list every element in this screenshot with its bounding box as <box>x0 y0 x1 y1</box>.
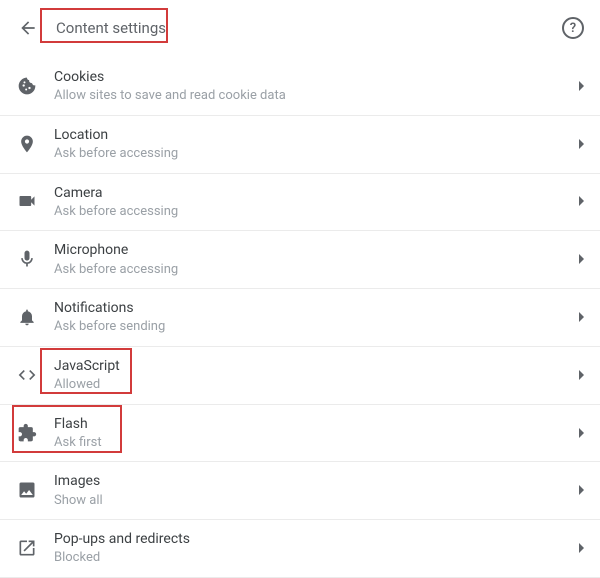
row-title: Notifications <box>54 299 579 317</box>
row-title: Images <box>54 472 579 490</box>
chevron-right-icon <box>579 370 584 380</box>
row-title: Cookies <box>54 68 579 86</box>
row-subtitle: Blocked <box>54 550 579 566</box>
row-location[interactable]: Location Ask before accessing <box>0 116 600 174</box>
row-subtitle: Ask first <box>54 435 579 451</box>
row-popups[interactable]: Pop-ups and redirects Blocked <box>0 520 600 578</box>
row-images[interactable]: Images Show all <box>0 462 600 520</box>
chevron-right-icon <box>579 543 584 553</box>
row-subtitle: Show all <box>54 493 579 509</box>
row-javascript[interactable]: JavaScript Allowed <box>0 347 600 405</box>
cookie-icon <box>16 75 38 97</box>
row-title: Camera <box>54 184 579 202</box>
row-cookies[interactable]: Cookies Allow sites to save and read coo… <box>0 58 600 116</box>
row-subtitle: Ask before accessing <box>54 262 579 278</box>
row-subtitle: Ask before sending <box>54 319 579 335</box>
row-subtitle: Allowed <box>54 377 579 393</box>
chevron-right-icon <box>579 81 584 91</box>
bell-icon <box>16 306 38 328</box>
camera-icon <box>16 190 38 212</box>
back-button[interactable] <box>16 16 40 40</box>
row-notifications[interactable]: Notifications Ask before sending <box>0 289 600 347</box>
image-icon <box>16 479 38 501</box>
help-button[interactable]: ? <box>562 17 584 39</box>
microphone-icon <box>16 248 38 270</box>
row-title: Location <box>54 126 579 144</box>
row-title: JavaScript <box>54 357 579 375</box>
chevron-right-icon <box>579 196 584 206</box>
page-title: Content settings <box>56 19 166 37</box>
location-icon <box>16 133 38 155</box>
chevron-right-icon <box>579 485 584 495</box>
header: Content settings ? <box>0 0 600 58</box>
arrow-left-icon <box>18 18 38 38</box>
chevron-right-icon <box>579 254 584 264</box>
code-icon <box>16 364 38 386</box>
row-subtitle: Ask before accessing <box>54 204 579 220</box>
row-camera[interactable]: Camera Ask before accessing <box>0 174 600 232</box>
popup-icon <box>16 537 38 559</box>
row-subtitle: Ask before accessing <box>54 146 579 162</box>
row-flash[interactable]: Flash Ask first <box>0 405 600 463</box>
row-subtitle: Allow sites to save and read cookie data <box>54 88 579 104</box>
chevron-right-icon <box>579 428 584 438</box>
plugin-icon <box>16 422 38 444</box>
row-title: Microphone <box>54 241 579 259</box>
help-icon: ? <box>570 21 576 36</box>
chevron-right-icon <box>579 139 584 149</box>
row-title: Pop-ups and redirects <box>54 530 579 548</box>
row-microphone[interactable]: Microphone Ask before accessing <box>0 231 600 289</box>
row-title: Flash <box>54 415 579 433</box>
chevron-right-icon <box>579 312 584 322</box>
